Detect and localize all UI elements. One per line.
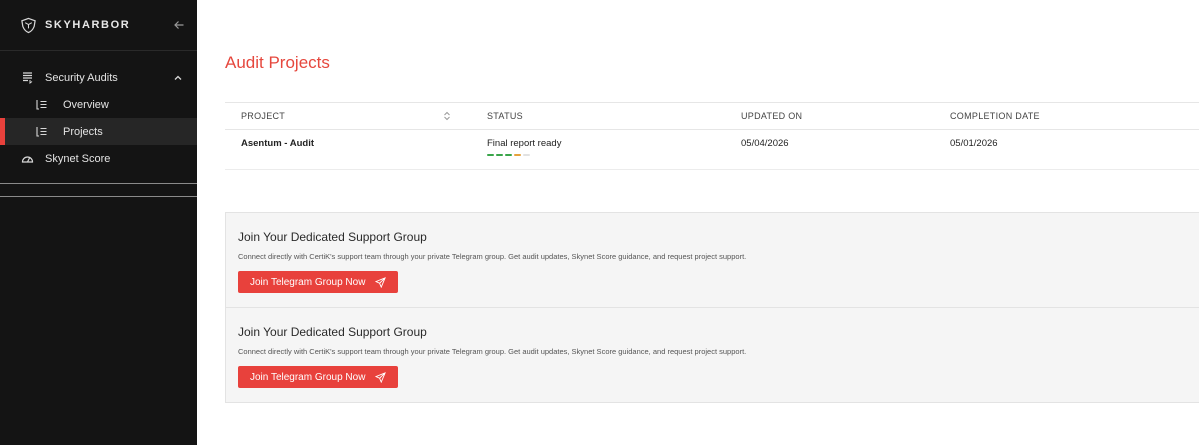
support-card: Join Your Dedicated Support Group Connec…: [225, 308, 1199, 403]
sidebar-header: SKYHARBOR: [0, 0, 197, 51]
table-row[interactable]: Asentum - Audit Final report ready 05/04…: [225, 130, 1199, 170]
column-header-updated-on: UPDATED ON: [741, 111, 803, 121]
progress-segment: [523, 154, 530, 156]
column-header-label: PROJECT: [241, 111, 286, 121]
paper-plane-icon: [375, 276, 387, 288]
progress-segment: [514, 154, 521, 156]
paper-plane-icon: [375, 371, 387, 383]
arrow-left-icon[interactable]: [173, 19, 185, 31]
column-header-status: STATUS: [487, 111, 523, 121]
projects-table: PROJECT STATUS UPDATED ON COMPLETION DAT…: [225, 102, 1199, 170]
sidebar-item-label: Overview: [63, 98, 109, 111]
sidebar-nav: Security Audits Overview Projects Skynet…: [0, 51, 197, 172]
sidebar-item-skynet-score[interactable]: Skynet Score: [0, 145, 197, 172]
support-section: Join Your Dedicated Support Group Connec…: [225, 212, 1199, 403]
button-label: Join Telegram Group Now: [250, 371, 366, 383]
list-icon: [35, 98, 48, 111]
support-card-description: Connect directly with CertiK's support t…: [238, 252, 747, 261]
support-card-title: Join Your Dedicated Support Group: [238, 325, 427, 339]
sort-icon[interactable]: [443, 111, 451, 121]
join-telegram-button[interactable]: Join Telegram Group Now: [238, 366, 399, 388]
status-progress: [487, 154, 725, 156]
support-card-description: Connect directly with CertiK's support t…: [238, 347, 747, 356]
sidebar-divider: [0, 196, 197, 197]
support-card: Join Your Dedicated Support Group Connec…: [225, 212, 1199, 308]
column-header-completion-date: COMPLETION DATE: [950, 111, 1040, 121]
gauge-icon: [21, 152, 34, 165]
column-header-project[interactable]: PROJECT: [225, 111, 471, 121]
progress-segment: [496, 154, 503, 156]
join-telegram-button[interactable]: Join Telegram Group Now: [238, 271, 399, 293]
updated-on: 05/04/2026: [741, 138, 789, 149]
sidebar-item-overview[interactable]: Overview: [0, 91, 197, 118]
sidebar-item-security-audits[interactable]: Security Audits: [0, 64, 197, 91]
brand-name: SKYHARBOR: [45, 19, 131, 31]
completion-date: 05/01/2026: [950, 138, 998, 149]
progress-segment: [487, 154, 494, 156]
sidebar-item-label: Projects: [63, 125, 103, 138]
sidebar-divider: [0, 183, 197, 184]
progress-segment: [505, 154, 512, 156]
chevron-up-icon[interactable]: [173, 73, 183, 83]
sidebar: SKYHARBOR Security Audits Overview Proje…: [0, 0, 197, 445]
shield-logo-icon: [20, 17, 37, 34]
document-list-icon: [21, 71, 34, 84]
table-header: PROJECT STATUS UPDATED ON COMPLETION DAT…: [225, 103, 1199, 130]
list-icon: [35, 125, 48, 138]
sidebar-item-label: Skynet Score: [45, 152, 111, 165]
page-title: Audit Projects: [225, 53, 330, 72]
support-card-title: Join Your Dedicated Support Group: [238, 230, 427, 244]
status-text: Final report ready: [487, 138, 562, 149]
project-name[interactable]: Asentum - Audit: [241, 138, 314, 149]
main-content: Audit Projects PROJECT STATUS UPDATED ON…: [197, 0, 1199, 445]
sidebar-item-label: Security Audits: [45, 71, 118, 84]
sidebar-item-projects[interactable]: Projects: [0, 118, 197, 145]
button-label: Join Telegram Group Now: [250, 276, 366, 288]
